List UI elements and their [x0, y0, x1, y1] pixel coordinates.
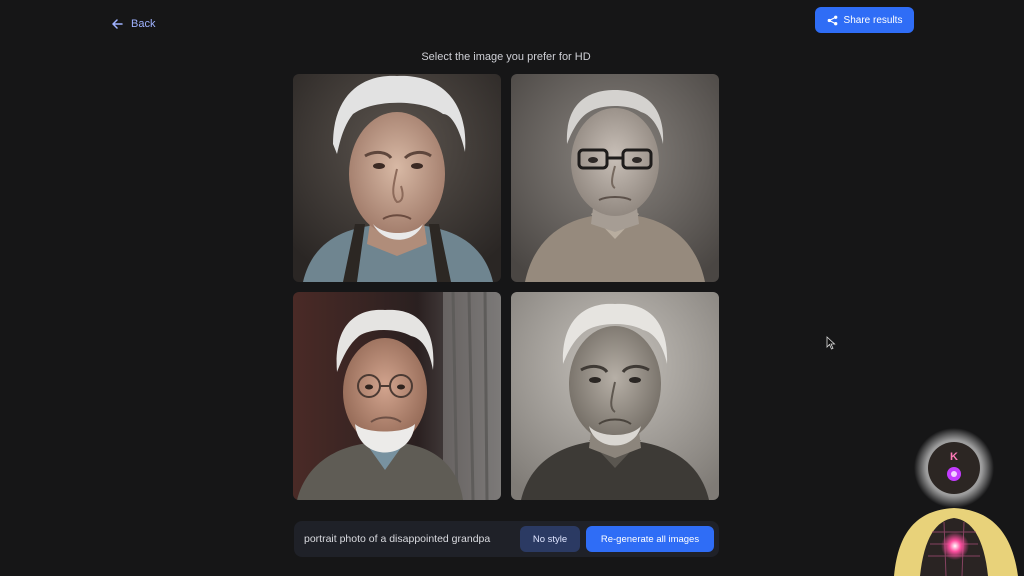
portrait-image	[511, 292, 719, 500]
portrait-image	[293, 292, 501, 500]
share-results-button[interactable]: Share results	[815, 7, 914, 33]
app-page: Back Share results Select the image you …	[0, 0, 1024, 576]
prompt-bar: portrait photo of a disappointed grandpa…	[294, 521, 719, 557]
regenerate-all-button[interactable]: Re-generate all images	[586, 526, 714, 552]
mascot-letter: K	[950, 451, 958, 463]
prompt-input[interactable]: portrait photo of a disappointed grandpa	[304, 521, 516, 557]
image-option-2[interactable]	[511, 74, 719, 282]
image-option-3[interactable]	[293, 292, 501, 500]
portrait-image	[511, 74, 719, 282]
portrait-image	[293, 74, 501, 282]
back-button[interactable]: Back	[112, 14, 155, 34]
back-label: Back	[131, 18, 156, 30]
mouse-cursor-icon	[826, 336, 836, 350]
style-selector-button[interactable]: No style	[520, 526, 580, 552]
share-label: Share results	[843, 14, 903, 26]
share-icon	[827, 15, 837, 25]
mascot-overlay: K	[894, 428, 1018, 576]
image-grid	[293, 74, 719, 500]
arrow-left-icon	[112, 19, 123, 29]
image-option-4[interactable]	[511, 292, 719, 500]
image-option-1[interactable]	[293, 74, 501, 282]
page-heading: Select the image you prefer for HD	[421, 51, 591, 63]
